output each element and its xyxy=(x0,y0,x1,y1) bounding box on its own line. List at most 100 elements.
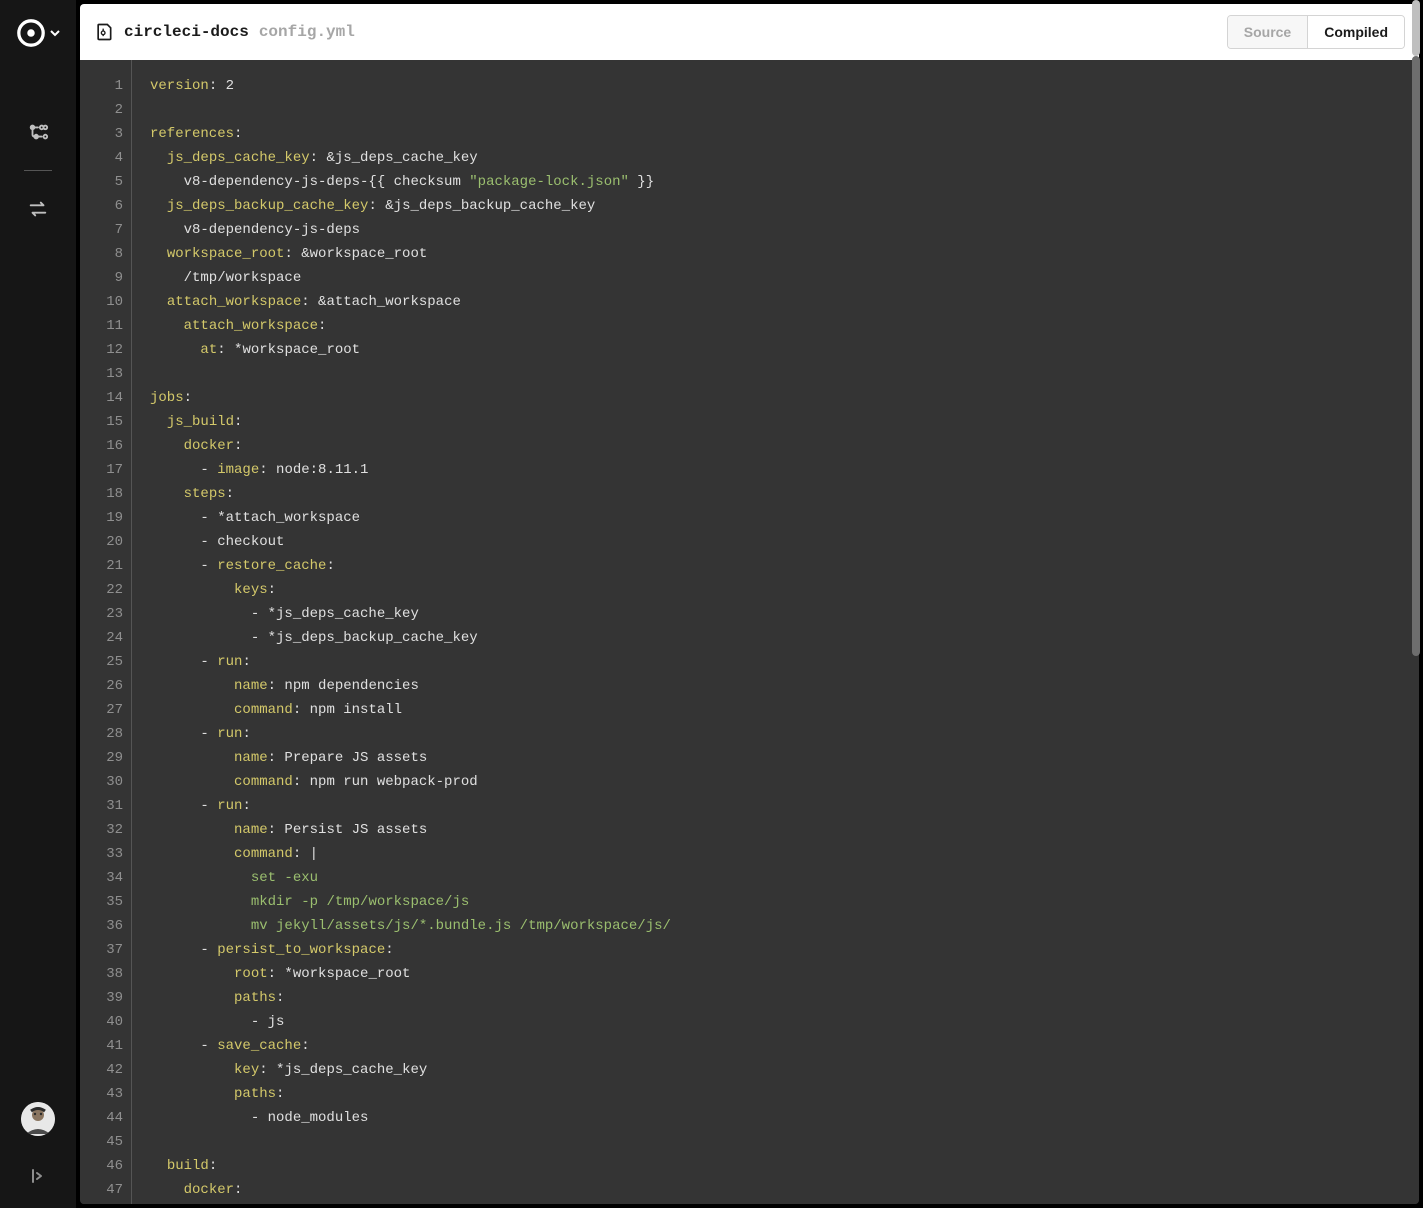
line-number: 14 xyxy=(80,386,123,410)
line-number: 38 xyxy=(80,962,123,986)
vertical-scrollbar-thumb-body[interactable] xyxy=(1412,56,1420,656)
sidebar-nav-workflows[interactable] xyxy=(18,112,58,152)
line-number: 40 xyxy=(80,1010,123,1034)
line-number: 7 xyxy=(80,218,123,242)
org-switcher[interactable] xyxy=(16,12,61,54)
code-line[interactable]: mv jekyll/assets/js/*.bundle.js /tmp/wor… xyxy=(150,914,1419,938)
line-number: 8 xyxy=(80,242,123,266)
code-line[interactable]: js_deps_cache_key: &js_deps_cache_key xyxy=(150,146,1419,170)
line-number: 44 xyxy=(80,1106,123,1130)
code-line[interactable]: - checkout xyxy=(150,530,1419,554)
code-line[interactable]: attach_workspace: xyxy=(150,314,1419,338)
code-line[interactable]: /tmp/workspace xyxy=(150,266,1419,290)
line-number: 46 xyxy=(80,1154,123,1178)
code-line[interactable]: set -exu xyxy=(150,866,1419,890)
code-line[interactable]: - js xyxy=(150,1010,1419,1034)
code-line[interactable]: - run: xyxy=(150,722,1419,746)
code-line[interactable]: paths: xyxy=(150,986,1419,1010)
code-line[interactable]: keys: xyxy=(150,578,1419,602)
code-line[interactable]: - node_modules xyxy=(150,1106,1419,1130)
vertical-scrollbar-thumb-header[interactable] xyxy=(1412,0,1420,56)
code-line[interactable]: command: npm install xyxy=(150,698,1419,722)
line-number: 30 xyxy=(80,770,123,794)
code-line[interactable]: - *attach_workspace xyxy=(150,506,1419,530)
vertical-scrollbar[interactable] xyxy=(1409,0,1423,1208)
code-line[interactable]: - restore_cache: xyxy=(150,554,1419,578)
file-header: circleci-docs config.yml Source Compiled xyxy=(80,4,1419,60)
code-line[interactable]: command: | xyxy=(150,842,1419,866)
tab-compiled[interactable]: Compiled xyxy=(1307,16,1404,48)
code-line[interactable]: at: *workspace_root xyxy=(150,338,1419,362)
code-line[interactable]: v8-dependency-js-deps xyxy=(150,218,1419,242)
line-number: 35 xyxy=(80,890,123,914)
code-line[interactable]: steps: xyxy=(150,482,1419,506)
code-line[interactable]: version: 2 xyxy=(150,74,1419,98)
code-line[interactable]: js_deps_backup_cache_key: &js_deps_backu… xyxy=(150,194,1419,218)
line-number: 36 xyxy=(80,914,123,938)
code-line[interactable]: command: npm run webpack-prod xyxy=(150,770,1419,794)
line-number: 25 xyxy=(80,650,123,674)
code-line[interactable]: - *js_deps_backup_cache_key xyxy=(150,626,1419,650)
code-line[interactable]: references: xyxy=(150,122,1419,146)
app-root: circleci-docs config.yml Source Compiled… xyxy=(0,0,1423,1208)
line-number: 22 xyxy=(80,578,123,602)
line-number: 9 xyxy=(80,266,123,290)
code-line[interactable]: - *js_deps_cache_key xyxy=(150,602,1419,626)
code-line[interactable]: mkdir -p /tmp/workspace/js xyxy=(150,890,1419,914)
line-number: 12 xyxy=(80,338,123,362)
code-content[interactable]: version: 2 references: js_deps_cache_key:… xyxy=(132,60,1419,1204)
line-number: 3 xyxy=(80,122,123,146)
line-number: 29 xyxy=(80,746,123,770)
repo-name: circleci-docs xyxy=(124,23,249,41)
code-editor: 1234567891011121314151617181920212223242… xyxy=(80,60,1419,1204)
code-line[interactable]: key: *js_deps_cache_key xyxy=(150,1058,1419,1082)
line-number: 6 xyxy=(80,194,123,218)
code-line[interactable]: workspace_root: &workspace_root xyxy=(150,242,1419,266)
code-line[interactable]: name: Prepare JS assets xyxy=(150,746,1419,770)
line-number: 27 xyxy=(80,698,123,722)
code-line[interactable]: - image: node:8.11.1 xyxy=(150,458,1419,482)
line-number: 33 xyxy=(80,842,123,866)
code-line[interactable]: docker: xyxy=(150,434,1419,458)
sidebar-nav-switch[interactable] xyxy=(18,189,58,229)
line-number: 42 xyxy=(80,1058,123,1082)
code-line[interactable]: name: Persist JS assets xyxy=(150,818,1419,842)
code-line[interactable]: - persist_to_workspace: xyxy=(150,938,1419,962)
code-line[interactable] xyxy=(150,98,1419,122)
code-line[interactable]: - run: xyxy=(150,794,1419,818)
code-line[interactable]: js_build: xyxy=(150,410,1419,434)
line-number: 1 xyxy=(80,74,123,98)
code-line[interactable] xyxy=(150,1130,1419,1154)
line-number: 2 xyxy=(80,98,123,122)
code-line[interactable]: paths: xyxy=(150,1082,1419,1106)
code-line[interactable]: jobs: xyxy=(150,386,1419,410)
tab-source[interactable]: Source xyxy=(1228,16,1307,48)
code-line[interactable]: - run: xyxy=(150,650,1419,674)
code-line[interactable]: name: npm dependencies xyxy=(150,674,1419,698)
horizontal-scrollbar[interactable] xyxy=(184,1188,1407,1200)
user-avatar[interactable] xyxy=(21,1102,55,1136)
view-toggle: Source Compiled xyxy=(1227,15,1405,49)
line-number: 21 xyxy=(80,554,123,578)
line-number: 10 xyxy=(80,290,123,314)
line-number: 15 xyxy=(80,410,123,434)
code-line[interactable] xyxy=(150,362,1419,386)
line-number: 45 xyxy=(80,1130,123,1154)
code-line[interactable]: attach_workspace: &attach_workspace xyxy=(150,290,1419,314)
code-line[interactable]: root: *workspace_root xyxy=(150,962,1419,986)
line-number: 13 xyxy=(80,362,123,386)
sidebar-bottom xyxy=(0,1102,76,1196)
code-line[interactable]: build: xyxy=(150,1154,1419,1178)
line-number: 26 xyxy=(80,674,123,698)
line-number: 47 xyxy=(80,1178,123,1202)
code-line[interactable]: v8-dependency-js-deps-{{ checksum "packa… xyxy=(150,170,1419,194)
line-number: 32 xyxy=(80,818,123,842)
code-line[interactable]: - save_cache: xyxy=(150,1034,1419,1058)
sidebar-expand[interactable] xyxy=(18,1156,58,1196)
line-number: 20 xyxy=(80,530,123,554)
line-number: 17 xyxy=(80,458,123,482)
sidebar-divider xyxy=(24,170,52,171)
line-number-gutter: 1234567891011121314151617181920212223242… xyxy=(80,60,132,1204)
line-number: 11 xyxy=(80,314,123,338)
line-number: 24 xyxy=(80,626,123,650)
